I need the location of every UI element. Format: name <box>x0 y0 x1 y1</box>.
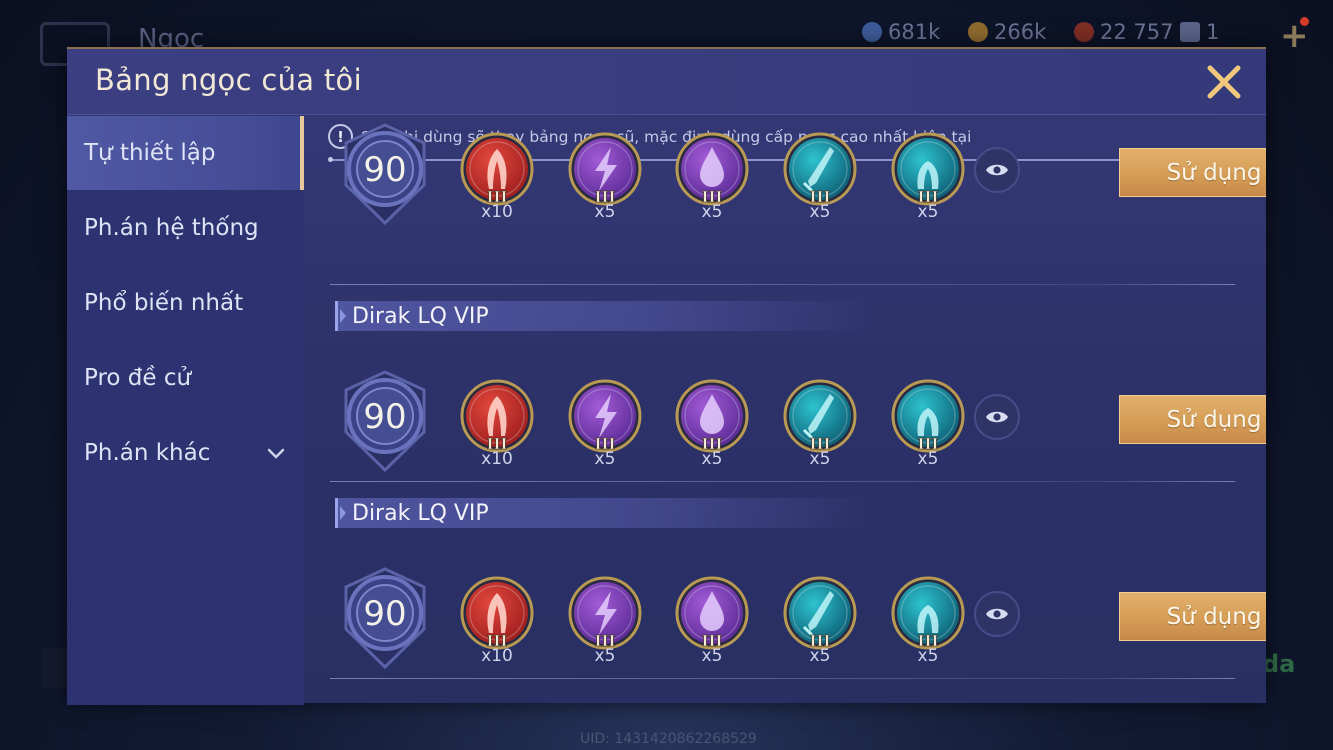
divider <box>330 481 1235 482</box>
coin-gold-icon <box>968 22 988 42</box>
rune-count: x5 <box>594 202 616 222</box>
set-name: Dirak LQ VIP <box>335 301 875 331</box>
coin-blue-icon <box>862 22 882 42</box>
rune-purple-drop-icon[interactable]: III <box>674 131 750 207</box>
sidebar-item-label: Phổ biến nhất <box>84 290 244 316</box>
currency-red: 22 757 <box>1074 20 1173 44</box>
use-button[interactable]: Sử dụng <box>1119 395 1266 444</box>
rune-count: x5 <box>701 202 723 222</box>
gem-red-icon <box>1074 22 1094 42</box>
sidebar-item-pro[interactable]: Pro đề cử <box>67 341 304 415</box>
eye-icon <box>986 411 1008 423</box>
rune-set-row: 90 III x10 III x5 III x5 III x5 III x5 S… <box>304 123 1266 233</box>
rune-teal-arch-icon[interactable]: III <box>890 575 966 651</box>
uid-label: UID: 1431420862268529 <box>580 731 757 747</box>
currency-blue: 681k <box>862 20 940 44</box>
currency-blue-value: 681k <box>888 20 941 44</box>
rune-count: x5 <box>594 646 616 666</box>
rune-count: x5 <box>917 646 939 666</box>
card-icon <box>1180 22 1200 42</box>
rune-purple-drop-icon[interactable]: III <box>674 378 750 454</box>
chevron-down-icon <box>267 448 285 459</box>
close-icon <box>1207 65 1241 99</box>
rune-count: x10 <box>481 646 513 666</box>
rune-purple-lightning-icon[interactable]: III <box>567 575 643 651</box>
rune-red-icon[interactable]: III <box>459 378 535 454</box>
set-name: Dirak LQ VIP <box>335 498 875 528</box>
currency-card: 1 <box>1180 20 1219 44</box>
notification-dot <box>1300 17 1309 26</box>
rune-count: x5 <box>809 646 831 666</box>
sidebar-item-other[interactable]: Ph.án khác <box>67 416 304 490</box>
svg-text:90: 90 <box>363 594 406 634</box>
use-button[interactable]: Sử dụng <box>1119 592 1266 641</box>
sidebar-item-custom[interactable]: Tự thiết lập <box>67 116 304 190</box>
rune-purple-drop-icon[interactable]: III <box>674 575 750 651</box>
rune-teal-blade-icon[interactable]: III <box>782 131 858 207</box>
preview-button[interactable] <box>974 147 1020 193</box>
preview-button[interactable] <box>974 394 1020 440</box>
rune-count: x5 <box>917 449 939 469</box>
currency-card-value: 1 <box>1206 20 1220 44</box>
currency-red-value: 22 757 <box>1100 20 1174 44</box>
rune-set-row: 90 III x10 III x5 III x5 III x5 III x5 S… <box>304 567 1266 677</box>
sidebar: Tự thiết lập Ph.án hệ thống Phổ biến nhấ… <box>67 116 304 705</box>
divider <box>330 678 1235 679</box>
dialog-header: Bảng ngọc của tôi <box>67 49 1266 115</box>
level-badge: 90 <box>338 567 432 671</box>
dialog-title: Bảng ngọc của tôi <box>95 63 362 97</box>
divider <box>330 284 1235 285</box>
background-side-text: da <box>1262 650 1296 678</box>
sidebar-item-label: Ph.án hệ thống <box>84 215 259 241</box>
close-button[interactable] <box>1205 63 1243 101</box>
rune-count: x5 <box>809 449 831 469</box>
use-button[interactable]: Sử dụng <box>1119 148 1266 197</box>
rune-teal-blade-icon[interactable]: III <box>782 575 858 651</box>
rune-set-list: ! Sau khi dùng sẽ thay bảng ngọc cũ, mặc… <box>304 116 1266 705</box>
rune-teal-arch-icon[interactable]: III <box>890 378 966 454</box>
rune-red-icon[interactable]: III <box>459 575 535 651</box>
rune-teal-blade-icon[interactable]: III <box>782 378 858 454</box>
svg-text:90: 90 <box>363 150 406 190</box>
rune-purple-lightning-icon[interactable]: III <box>567 131 643 207</box>
sidebar-item-label: Ph.án khác <box>84 440 211 466</box>
sidebar-item-popular[interactable]: Phổ biến nhất <box>67 266 304 340</box>
currency-gold: 266k <box>968 20 1046 44</box>
background-panel <box>42 648 70 688</box>
rune-count: x5 <box>917 202 939 222</box>
rune-count: x5 <box>701 449 723 469</box>
preview-button[interactable] <box>974 591 1020 637</box>
rune-count: x10 <box>481 449 513 469</box>
sidebar-item-label: Pro đề cử <box>84 365 192 391</box>
eye-icon <box>986 164 1008 176</box>
rune-purple-lightning-icon[interactable]: III <box>567 378 643 454</box>
rune-teal-arch-icon[interactable]: III <box>890 131 966 207</box>
svg-text:90: 90 <box>363 397 406 437</box>
rune-set-row: 90 III x10 III x5 III x5 III x5 III x5 S… <box>304 370 1266 480</box>
level-badge: 90 <box>338 370 432 474</box>
rune-page-dialog: Bảng ngọc của tôi Tự thiết lập Ph.án hệ … <box>67 47 1266 705</box>
rune-count: x5 <box>809 202 831 222</box>
sidebar-item-label: Tự thiết lập <box>84 140 216 166</box>
level-badge: 90 <box>338 123 432 227</box>
rune-red-icon[interactable]: III <box>459 131 535 207</box>
rune-count: x5 <box>701 646 723 666</box>
eye-icon <box>986 608 1008 620</box>
rune-count: x10 <box>481 202 513 222</box>
sidebar-item-system[interactable]: Ph.án hệ thống <box>67 191 304 265</box>
rune-count: x5 <box>594 449 616 469</box>
currency-gold-value: 266k <box>994 20 1047 44</box>
